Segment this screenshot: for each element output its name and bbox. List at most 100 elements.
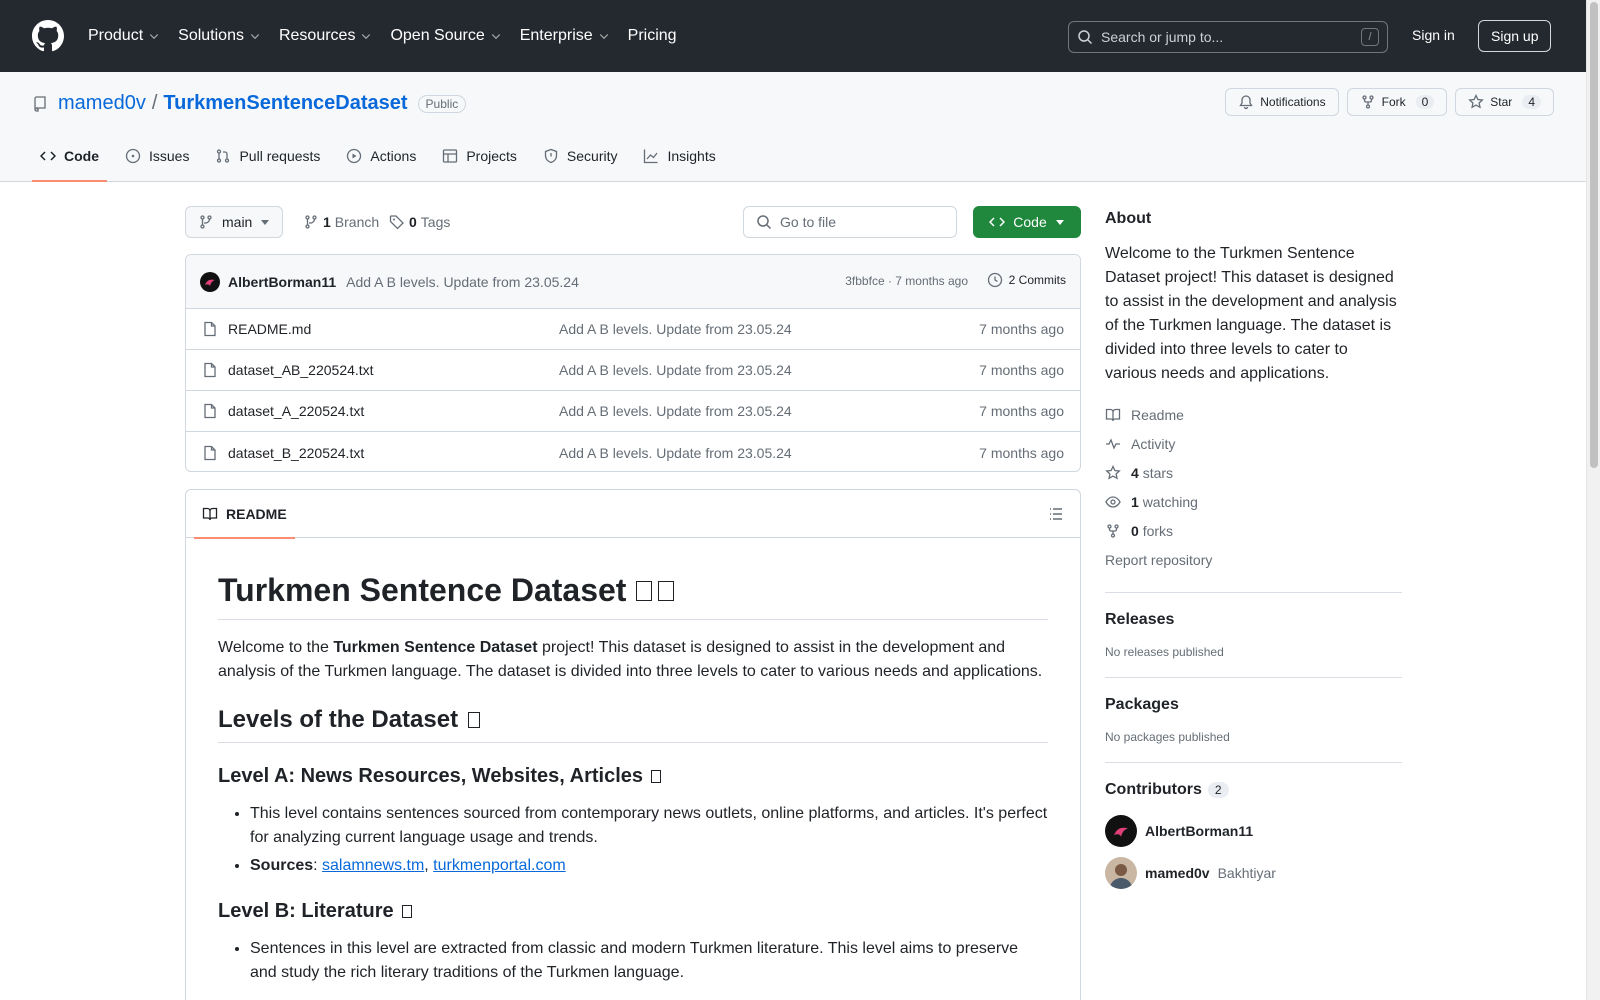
- readme-level-b-heading: Level B: Literature: [218, 900, 394, 922]
- nav-solutions[interactable]: Solutions: [178, 27, 261, 45]
- file-commit-message[interactable]: Add A B levels. Update from 23.05.24: [559, 321, 792, 337]
- watching-label: watching: [1142, 493, 1198, 510]
- avatar[interactable]: [1105, 815, 1137, 847]
- repo-name-link[interactable]: TurkmenSentenceDataset: [163, 92, 407, 115]
- nav-product-label: Product: [88, 27, 144, 44]
- sign-up-button[interactable]: Sign up: [1478, 20, 1552, 52]
- bell-icon: [1239, 95, 1253, 110]
- chevron-down-icon: [491, 34, 500, 40]
- tab-projects[interactable]: Projects: [434, 132, 525, 180]
- divider: [1105, 677, 1402, 678]
- file-row[interactable]: dataset_A_220524.txt Add A B levels. Upd…: [186, 391, 1080, 432]
- nav-enterprise[interactable]: Enterprise: [520, 27, 610, 45]
- tab-issues[interactable]: Issues: [117, 132, 197, 180]
- star-button[interactable]: Star 4: [1455, 88, 1554, 116]
- readme-intro: Welcome to the Turkmen Sentence Dataset …: [218, 636, 1048, 684]
- go-to-file-input[interactable]: Go to file: [743, 206, 957, 238]
- commit-hash-time[interactable]: 3fbbfce · 7 months ago: [845, 274, 968, 288]
- forks-link[interactable]: 0 forks: [1105, 516, 1402, 545]
- chevron-down-icon: [362, 34, 371, 40]
- activity-link[interactable]: Activity: [1105, 429, 1402, 458]
- tags-link[interactable]: 0 Tags: [389, 214, 450, 230]
- tab-code[interactable]: Code: [32, 132, 107, 182]
- report-repository-link[interactable]: Report repository: [1105, 545, 1402, 574]
- source-link-salamnews[interactable]: salamnews.tm: [322, 857, 424, 874]
- graph-icon: [644, 149, 658, 164]
- contributors-count: 2: [1207, 782, 1229, 798]
- file-commit-message[interactable]: Add A B levels. Update from 23.05.24: [559, 362, 792, 378]
- packages-heading[interactable]: Packages: [1105, 696, 1402, 714]
- readme-link[interactable]: Readme: [1105, 400, 1402, 429]
- sign-in-link[interactable]: Sign in: [1412, 27, 1455, 43]
- releases-heading[interactable]: Releases: [1105, 611, 1402, 629]
- source-link-turkmenportal[interactable]: turkmenportal.com: [433, 857, 566, 874]
- branch-select-button[interactable]: main: [185, 206, 284, 238]
- file-commit-message[interactable]: Add A B levels. Update from 23.05.24: [559, 445, 792, 461]
- search-icon: [757, 215, 772, 230]
- file-commit-message[interactable]: Add A B levels. Update from 23.05.24: [559, 403, 792, 419]
- repo-title: mamed0v / TurkmenSentenceDataset Public: [32, 92, 467, 115]
- file-name-link[interactable]: README.md: [228, 321, 311, 337]
- contributor-item[interactable]: mamed0v Bakhtiyar: [1105, 857, 1402, 889]
- nav-enterprise-label: Enterprise: [519, 27, 593, 44]
- tab-code-label: Code: [64, 148, 99, 164]
- file-browser: AlbertBorman11 Add A B levels. Update fr…: [185, 254, 1081, 472]
- contributor-login[interactable]: mamed0v: [1145, 865, 1210, 881]
- global-search-input[interactable]: Search or jump to... /: [1068, 21, 1388, 53]
- branch-icon: [200, 215, 212, 229]
- chevron-down-icon: [250, 34, 260, 40]
- readme-tab[interactable]: README: [194, 490, 295, 539]
- activity-link-label: Activity: [1131, 435, 1176, 452]
- commits-history-link[interactable]: 2 Commits: [987, 272, 1066, 288]
- file-name-link[interactable]: dataset_A_220524.txt: [228, 403, 364, 419]
- tab-insights[interactable]: Insights: [635, 132, 723, 180]
- file-name-link[interactable]: dataset_B_220524.txt: [228, 445, 364, 461]
- file-row[interactable]: README.md Add A B levels. Update from 23…: [186, 309, 1080, 350]
- table-of-contents-icon[interactable]: [1048, 506, 1064, 522]
- about-links: Readme Activity 4 stars 1 watching 0 for…: [1105, 400, 1402, 574]
- list-item: Sentences in this level are extracted fr…: [250, 937, 1048, 985]
- commit-message-link[interactable]: Add A B levels. Update from 23.05.24: [346, 274, 579, 290]
- nav-open-source[interactable]: Open Source: [390, 27, 501, 45]
- about-description: Welcome to the Turkmen Sentence Dataset …: [1105, 245, 1397, 382]
- search-icon: [1078, 30, 1093, 45]
- commit-author-link[interactable]: AlbertBorman11: [228, 274, 336, 290]
- nav-pricing[interactable]: Pricing: [628, 27, 677, 45]
- file-row[interactable]: dataset_AB_220524.txt Add A B levels. Up…: [186, 350, 1080, 391]
- repo-separator: /: [151, 92, 158, 114]
- readme-content: Turkmen Sentence Dataset Welcome to the …: [186, 572, 1080, 985]
- branches-link[interactable]: 1 Branch: [303, 214, 379, 230]
- fork-button[interactable]: Fork 0: [1346, 88, 1448, 116]
- missing-glyph-icon: [468, 712, 481, 728]
- page-scrollbar[interactable]: [1586, 0, 1600, 1000]
- nav-product[interactable]: Product: [88, 27, 160, 45]
- issue-icon: [125, 148, 141, 164]
- readme-header: README: [186, 490, 1080, 539]
- watching-count: 1: [1131, 493, 1139, 510]
- contributors-heading[interactable]: Contributors 2: [1105, 781, 1402, 799]
- file-row[interactable]: dataset_B_220524.txt Add A B levels. Upd…: [186, 432, 1080, 471]
- file-name-link[interactable]: dataset_AB_220524.txt: [228, 362, 374, 378]
- avatar[interactable]: [1105, 857, 1137, 889]
- avatar[interactable]: [200, 271, 220, 292]
- github-logo-icon[interactable]: [32, 20, 64, 52]
- missing-glyph-icon: [401, 905, 412, 918]
- tab-actions[interactable]: Actions: [338, 132, 424, 180]
- scrollbar-thumb[interactable]: [1590, 2, 1598, 468]
- tab-actions-label: Actions: [370, 148, 417, 164]
- contributor-login[interactable]: AlbertBorman11: [1145, 823, 1253, 839]
- watchers-link[interactable]: 1 watching: [1105, 487, 1402, 516]
- branch-count: 1: [323, 214, 331, 230]
- nav-resources[interactable]: Resources: [279, 27, 372, 45]
- sources-label: Sources: [250, 857, 314, 874]
- fork-icon: [1361, 95, 1374, 109]
- global-nav: Product Solutions Resources Open Source …: [88, 0, 695, 72]
- code-dropdown-button[interactable]: Code: [973, 206, 1081, 238]
- stars-count: 4: [1131, 464, 1139, 481]
- stars-link[interactable]: 4 stars: [1105, 458, 1402, 487]
- tab-security[interactable]: Security: [535, 132, 626, 180]
- notifications-button[interactable]: Notifications: [1225, 88, 1339, 116]
- contributor-item[interactable]: AlbertBorman11: [1105, 815, 1402, 847]
- tab-pull-requests[interactable]: Pull requests: [207, 132, 328, 180]
- repo-owner-link[interactable]: mamed0v: [58, 92, 146, 115]
